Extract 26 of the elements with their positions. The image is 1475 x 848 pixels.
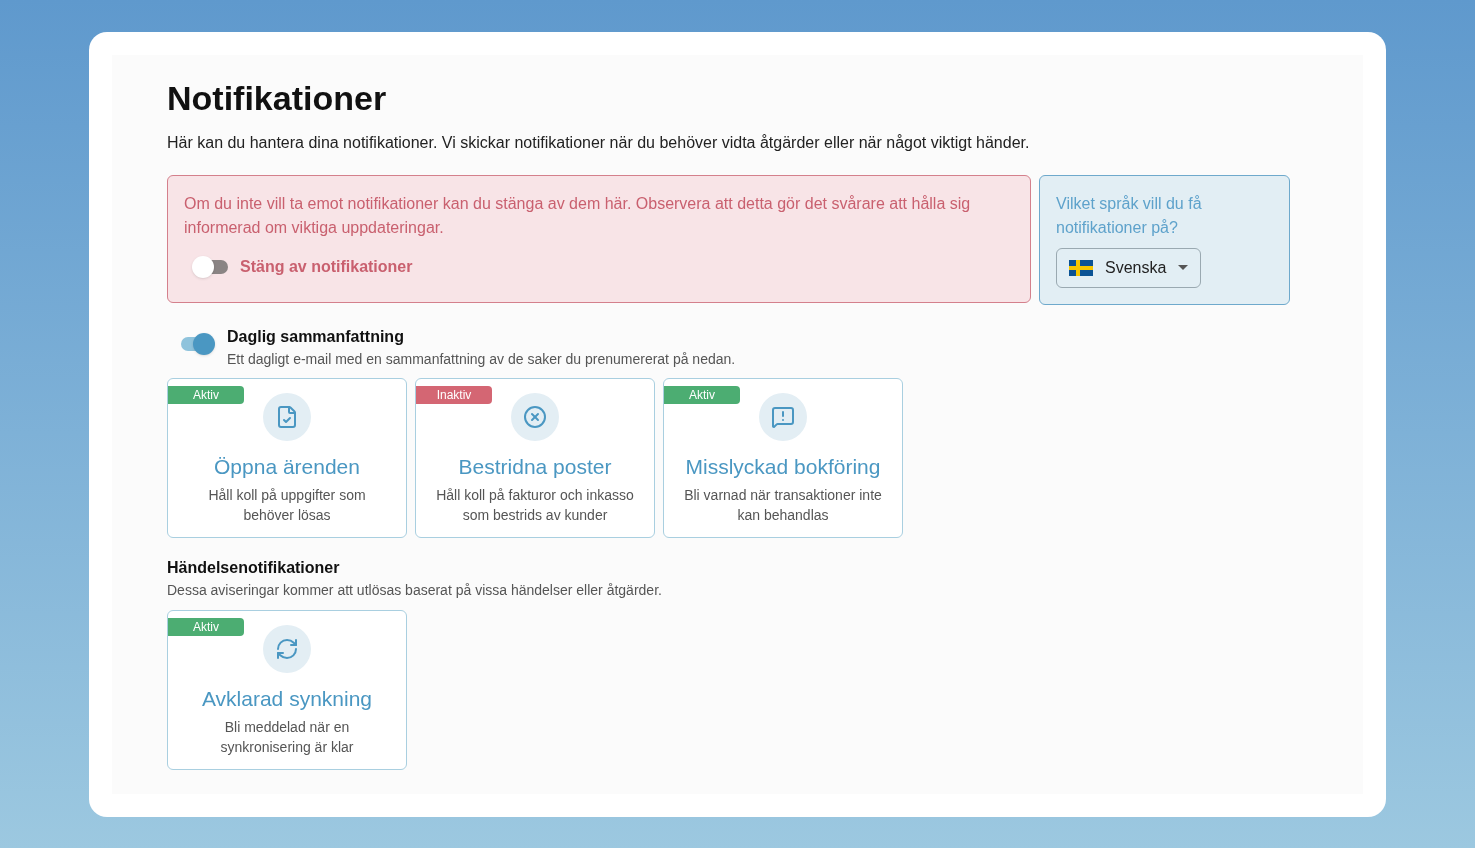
notification-card[interactable]: Aktiv Öppna ärenden Håll koll på uppgifter som behöver lösas [167, 378, 407, 538]
language-dropdown[interactable]: Svenska [1056, 248, 1202, 288]
section-title: Daglig sammanfattning [227, 327, 405, 347]
card-title: Öppna ärenden [214, 454, 360, 480]
notification-card[interactable]: Aktiv Avklarad synkning Bli meddelad när en synkronisering är klar [167, 610, 407, 770]
section-description: Dessa aviseringar kommer att utlösas baserat på vissa händelser eller åtgärder. [167, 581, 663, 600]
toggle-label: Stäng av notifikationer [240, 257, 413, 277]
status-badge: Aktiv [168, 618, 244, 636]
status-badge: Aktiv [664, 386, 740, 404]
card-title: Avklarad synkning [201, 686, 372, 712]
notification-card[interactable]: Aktiv Misslyckad bokföring Bli varnad när transaktioner inte kan behandlas [663, 378, 903, 538]
card-title: Misslyckad bokföring [685, 454, 881, 480]
warning-text: Om du inte vill ta emot notifikationer kan du stänga av dem här. Observera att detta gör det svårare att hålla sig informerad om viktiga uppdateringar. [184, 194, 972, 238]
section-title: Händelsenotifikationer [167, 558, 341, 578]
section-description: Ett dagligt e-mail med en sammanfattning av de saker du prenumererat på nedan. [227, 350, 736, 369]
language-question: Vilket språk vill du få notifikationer på? [1056, 194, 1203, 238]
card-description: Håll koll på uppgifter som behöver lösas [207, 485, 367, 525]
intro-text: Här kan du hantera dina notifikationer. Vi skickar notifikationer när du behöver vidta åtgärder eller när något viktigt händer. [167, 133, 1031, 153]
card-description: Bli varnad när transaktioner inte kan behandlas [683, 485, 883, 525]
status-badge: Aktiv [168, 386, 244, 404]
status-badge: Inaktiv [416, 386, 492, 404]
card-description: Håll koll på fakturor och inkasso som bestrids av kunder [435, 485, 635, 525]
card-title: Bestridna poster [458, 454, 612, 480]
page-title: Notifikationer [167, 78, 388, 119]
card-description: Bli meddelad när en synkronisering är klar [219, 717, 355, 757]
notification-card[interactable]: Inaktiv Bestridna poster Håll koll på fakturor och inkasso som bestrids av kunder [415, 378, 655, 538]
